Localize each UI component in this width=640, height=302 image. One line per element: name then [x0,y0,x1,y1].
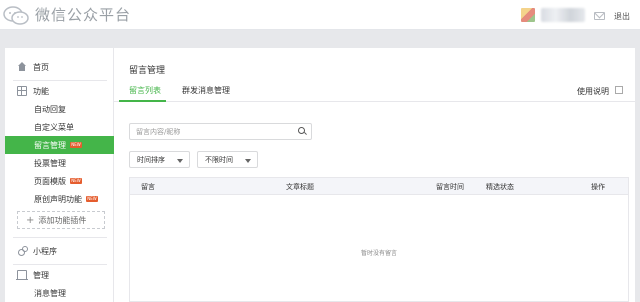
features-icon [17,86,27,96]
search-box[interactable] [129,123,312,140]
sidebar-item-original-declaration[interactable]: 原创声明功能 NEW [5,190,114,208]
mini-program-icon [17,246,28,256]
sidebar-section-label: 管理 [33,270,49,280]
column-header-featured-status: 精选状态 [486,183,514,191]
column-header-article-title: 文章标题 [286,183,314,191]
search-icon[interactable] [298,127,306,135]
sidebar-divider [13,264,107,265]
sidebar-item-label: 自定义菜单 [34,122,74,132]
sidebar-item-home[interactable]: 首页 [5,58,114,76]
help-link[interactable]: 使用说明 [577,86,609,97]
sidebar-item-page-templates[interactable]: 页面模版 NEW [5,172,114,190]
new-badge: NEW [70,178,82,184]
mail-icon[interactable] [594,12,605,20]
content-area: 留言管理 留言列表 群发消息管理 使用说明 时间排序 不限时间 留言 文章标题 … [114,48,635,302]
tab-comment-list[interactable]: 留言列表 [129,85,161,96]
sidebar-item-auto-reply[interactable]: 自动回复 [5,100,114,118]
brand-title[interactable]: 微信公众平台 [35,4,131,25]
plus-icon: + [26,214,35,226]
tab-broadcast-management[interactable]: 群发消息管理 [182,85,230,96]
sort-dropdown-value: 时间排序 [137,155,165,164]
main-card: 首页 功能 自动回复 自定义菜单 留言管理 NEW 投票管理 页面模版 NEW … [5,48,635,302]
empty-state-text: 暂时没有留言 [360,250,397,257]
help-icon[interactable] [615,86,623,94]
sidebar-item-label: 小程序 [33,246,57,256]
time-range-dropdown-value: 不限时间 [205,155,233,164]
sidebar-item-label: 页面模版 [34,176,66,186]
chevron-down-icon [245,159,251,163]
sidebar-item-label: 原创声明功能 [34,194,82,204]
sidebar-item-label: 首页 [33,62,49,72]
sidebar-divider [13,237,107,238]
sidebar-section-features: 功能 [5,82,114,100]
page-title: 留言管理 [129,66,166,76]
sort-dropdown[interactable]: 时间排序 [129,151,190,168]
top-bar: 微信公众平台 退出 [0,0,640,30]
sidebar-item-label: 留言管理 [34,140,66,150]
sidebar-item-label: 投票管理 [34,158,66,168]
table-header: 留言 文章标题 留言时间 精选状态 操作 [130,178,628,195]
time-range-dropdown[interactable]: 不限时间 [197,151,258,168]
sidebar-item-label: 消息管理 [34,288,66,298]
sidebar-section-label: 功能 [33,86,49,96]
search-input[interactable] [130,124,290,139]
sidebar-item-comments[interactable]: 留言管理 NEW [5,136,114,154]
sidebar-item-mini-program[interactable]: 小程序 [5,242,114,260]
sidebar-item-custom-menu[interactable]: 自定义菜单 [5,118,114,136]
sidebar-item-messages[interactable]: 消息管理 [5,284,114,302]
logout-link[interactable]: 退出 [614,11,630,22]
sidebar-section-manage: 管理 [5,266,114,284]
sidebar: 首页 功能 自动回复 自定义菜单 留言管理 NEW 投票管理 页面模版 NEW … [5,48,114,302]
new-badge: NEW [86,196,98,202]
column-header-actions: 操作 [591,183,605,191]
tab-bar: 留言列表 群发消息管理 使用说明 [114,80,635,102]
manage-icon [16,270,28,280]
sidebar-item-votes[interactable]: 投票管理 [5,154,114,172]
active-tab-indicator [119,100,166,102]
account-name-blurred[interactable] [541,8,585,22]
sidebar-divider [13,80,107,81]
add-plugin-button[interactable]: + 添加功能插件 [17,211,105,229]
avatar[interactable] [521,8,535,22]
home-icon [17,62,27,72]
sidebar-item-label: 自动回复 [34,104,66,114]
column-header-comment: 留言 [141,183,155,191]
new-badge: NEW [70,142,82,148]
wechat-logo-icon[interactable] [3,6,30,26]
chevron-down-icon [177,159,183,163]
add-plugin-label: 添加功能插件 [38,215,87,225]
comments-table: 留言 文章标题 留言时间 精选状态 操作 暂时没有留言 [129,177,629,302]
column-header-comment-time: 留言时间 [436,183,464,191]
